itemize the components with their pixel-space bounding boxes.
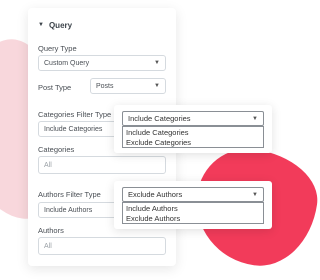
query-type-select[interactable]: Custom Query ▼	[38, 55, 166, 71]
categories-dropdown-selected: Include Categories	[128, 114, 191, 123]
chevron-down-icon: ▼	[154, 83, 160, 89]
categories-dropdown-options: Include Categories Exclude Categories	[122, 126, 264, 148]
query-type-label: Query Type	[38, 44, 77, 53]
authors-filter-label: Authors Filter Type	[38, 190, 101, 199]
categories-filter-dropdown: Include Categories ▼ Include Categories …	[114, 105, 272, 153]
authors-placeholder: All	[44, 242, 52, 250]
categories-filter-value: Include Categories	[44, 125, 103, 133]
post-type-select[interactable]: Posts ▼	[90, 78, 166, 94]
categories-dropdown-select[interactable]: Include Categories ▼	[122, 111, 264, 126]
chevron-down-icon: ▼	[252, 191, 258, 198]
section-header[interactable]: ▼ Query	[38, 18, 72, 32]
categories-label: Categories	[38, 145, 75, 154]
chevron-down-icon: ▼	[154, 60, 160, 66]
dropdown-option[interactable]: Include Categories	[126, 128, 260, 138]
caret-down-icon: ▼	[38, 22, 44, 28]
categories-placeholder: All	[44, 161, 52, 169]
section-title: Query	[48, 20, 73, 30]
dropdown-option[interactable]: Include Authors	[126, 204, 260, 214]
categories-filter-label: Categories Filter Type	[38, 110, 112, 119]
authors-label: Authors	[38, 226, 64, 235]
authors-dropdown-select[interactable]: Exclude Authors ▼	[122, 187, 264, 202]
authors-filter-dropdown: Exclude Authors ▼ Include Authors Exclud…	[114, 181, 272, 229]
chevron-down-icon: ▼	[252, 115, 258, 122]
authors-dropdown-selected: Exclude Authors	[128, 190, 183, 199]
authors-input[interactable]: All	[38, 237, 166, 255]
post-type-label: Post Type	[38, 83, 72, 92]
authors-dropdown-options: Include Authors Exclude Authors	[122, 202, 264, 224]
authors-filter-value: Include Authors	[44, 206, 93, 214]
post-type-value: Posts	[96, 82, 114, 90]
query-type-value: Custom Query	[44, 59, 90, 67]
dropdown-option[interactable]: Exclude Categories	[126, 138, 260, 148]
categories-input[interactable]: All	[38, 156, 166, 174]
dropdown-option[interactable]: Exclude Authors	[126, 214, 260, 224]
